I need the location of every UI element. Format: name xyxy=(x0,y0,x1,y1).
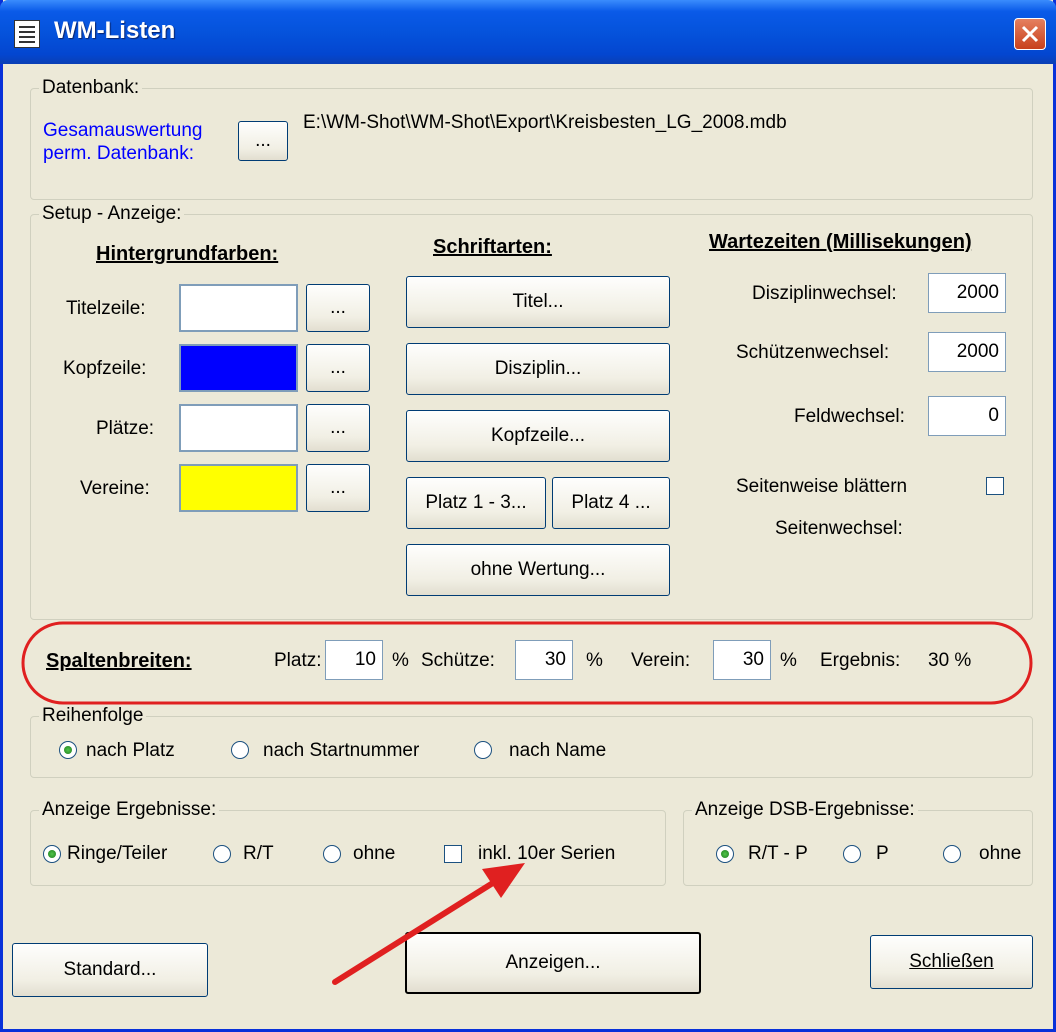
wm-listen-dialog: WM-Listen Datenbank: Gesamauswertung per… xyxy=(0,0,1056,1032)
annotation-arrow-line xyxy=(332,878,499,985)
annotation-overlay xyxy=(21,621,1033,985)
annotation-arrow-head xyxy=(482,863,525,898)
highlight-ellipse xyxy=(21,621,1033,705)
